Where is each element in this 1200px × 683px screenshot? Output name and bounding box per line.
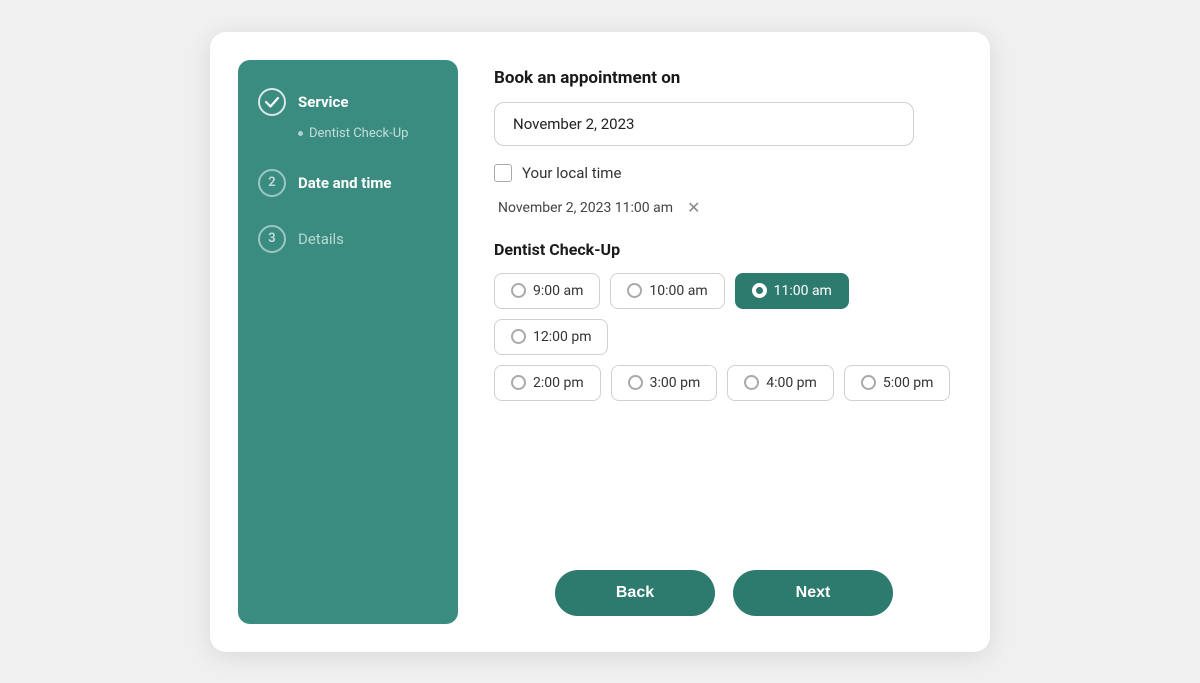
- appointment-modal: Service Dentist Check-Up 2 Date and time…: [210, 32, 990, 652]
- time-label-10am: 10:00 am: [649, 283, 707, 299]
- time-label-3pm: 3:00 pm: [650, 375, 701, 391]
- time-label-12pm: 12:00 pm: [533, 329, 591, 345]
- sidebar-service-sub: Dentist Check-Up: [298, 126, 438, 141]
- sub-dot: [298, 131, 303, 136]
- main-content: Book an appointment on November 2, 2023 …: [486, 60, 962, 624]
- local-time-row: Your local time: [494, 164, 954, 182]
- selected-datetime-text: November 2, 2023 11:00 am: [498, 200, 673, 216]
- radio-10am: [627, 283, 642, 298]
- sidebar-item-service[interactable]: Service: [258, 88, 438, 116]
- check-icon: [258, 88, 286, 116]
- step-2-icon: 2: [258, 169, 286, 197]
- selected-datetime-row: November 2, 2023 11:00 am ✕: [494, 200, 954, 216]
- local-time-label: Your local time: [522, 164, 621, 182]
- service-label: Dentist Check-Up: [494, 240, 954, 259]
- next-button[interactable]: Next: [733, 570, 893, 616]
- time-slot-4pm[interactable]: 4:00 pm: [727, 365, 834, 401]
- time-slot-9am[interactable]: 9:00 am: [494, 273, 600, 309]
- time-grid: 9:00 am 10:00 am 11:00 am 12:00 pm: [494, 273, 954, 401]
- time-slot-11am[interactable]: 11:00 am: [735, 273, 849, 309]
- step-3-icon: 3: [258, 225, 286, 253]
- radio-3pm: [628, 375, 643, 390]
- section-title: Book an appointment on: [494, 68, 954, 88]
- sidebar-service-label: Service: [298, 93, 348, 111]
- radio-2pm: [511, 375, 526, 390]
- time-label-5pm: 5:00 pm: [883, 375, 934, 391]
- sidebar-item-details[interactable]: 3 Details: [258, 225, 438, 253]
- sidebar-item-datetime[interactable]: 2 Date and time: [258, 169, 438, 197]
- time-slot-10am[interactable]: 10:00 am: [610, 273, 724, 309]
- back-button[interactable]: Back: [555, 570, 715, 616]
- time-slot-5pm[interactable]: 5:00 pm: [844, 365, 951, 401]
- sidebar-details-label: Details: [298, 230, 344, 248]
- footer: Back Next: [494, 546, 954, 624]
- radio-9am: [511, 283, 526, 298]
- time-row-1: 9:00 am 10:00 am 11:00 am 12:00 pm: [494, 273, 954, 355]
- time-label-4pm: 4:00 pm: [766, 375, 817, 391]
- time-label-9am: 9:00 am: [533, 283, 583, 299]
- time-label-2pm: 2:00 pm: [533, 375, 584, 391]
- radio-12pm: [511, 329, 526, 344]
- time-slot-3pm[interactable]: 3:00 pm: [611, 365, 718, 401]
- local-time-checkbox[interactable]: [494, 164, 512, 182]
- radio-4pm: [744, 375, 759, 390]
- radio-5pm: [861, 375, 876, 390]
- radio-11am: [752, 283, 767, 298]
- time-row-2: 2:00 pm 3:00 pm 4:00 pm 5:00 pm: [494, 365, 954, 401]
- time-slot-2pm[interactable]: 2:00 pm: [494, 365, 601, 401]
- date-value: November 2, 2023: [513, 115, 634, 133]
- sidebar-sub-service-name: Dentist Check-Up: [309, 126, 408, 141]
- date-input[interactable]: November 2, 2023: [494, 102, 914, 146]
- clear-datetime-icon[interactable]: ✕: [687, 200, 700, 216]
- sidebar-datetime-label: Date and time: [298, 174, 391, 192]
- sidebar: Service Dentist Check-Up 2 Date and time…: [238, 60, 458, 624]
- time-label-11am: 11:00 am: [774, 283, 832, 299]
- time-slot-12pm[interactable]: 12:00 pm: [494, 319, 608, 355]
